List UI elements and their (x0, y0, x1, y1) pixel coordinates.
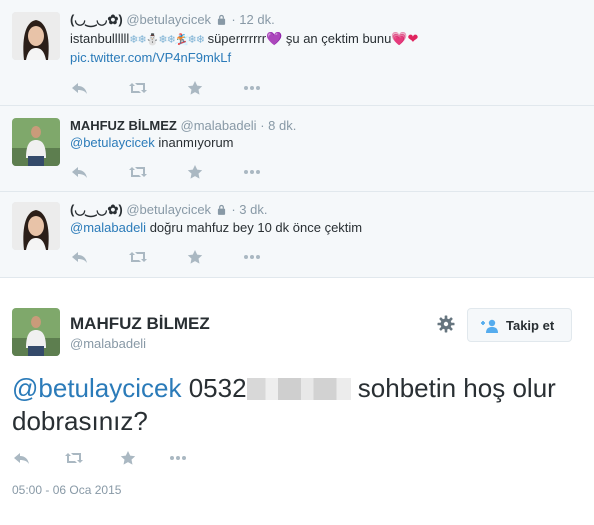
timestamp[interactable]: 12 dk. (239, 12, 274, 27)
lock-icon (217, 14, 226, 25)
separator: · (231, 202, 236, 217)
follow-person-icon (481, 319, 498, 333)
follow-button-label: Takip et (506, 318, 555, 333)
username[interactable]: @betulaycicek (126, 12, 211, 27)
favorite-icon[interactable] (118, 450, 138, 466)
tweet-header: (◡‿◡✿) @betulaycicek · 3 dk. (70, 202, 267, 218)
username[interactable]: @malabadeli (70, 336, 146, 351)
tweet-header: (◡‿◡✿) @betulaycicek · 12 dk. (70, 12, 275, 28)
separator: · (231, 12, 236, 27)
phone-number-prefix: 0532 (188, 373, 247, 403)
retweet-icon[interactable] (64, 450, 84, 466)
reply-icon[interactable] (12, 450, 32, 466)
tweet-reply-3[interactable]: (◡‿◡✿) @betulaycicek · 3 dk. @malabadeli… (0, 192, 594, 278)
tweet-reply-2[interactable]: MAHFUZ BİLMEZ @malabadeli · 8 dk. @betul… (0, 106, 594, 192)
gear-icon[interactable] (437, 315, 455, 333)
more-icon[interactable] (168, 450, 188, 466)
redacted-number (246, 378, 351, 400)
tweet-text: @betulaycicek inanmıyorum (70, 134, 234, 152)
tweet-text-part: istanbullllll (70, 31, 130, 46)
snow-emoji-run: ❄❄⛄❄❄🏂❄❄ (129, 34, 205, 46)
reply-icon[interactable] (70, 80, 90, 96)
tweet-text-part: süperrrrrrr (203, 31, 267, 46)
mention-link[interactable]: @betulaycicek (12, 373, 181, 403)
avatar[interactable] (12, 202, 60, 250)
tweet-header: MAHFUZ BİLMEZ @malabadeli · 8 dk. (70, 118, 296, 133)
timestamp[interactable]: 8 dk. (268, 118, 296, 133)
avatar[interactable] (12, 12, 60, 60)
mention-link[interactable]: @malabadeli (70, 220, 146, 235)
purple-heart-emoji: 💜 (266, 31, 283, 46)
more-icon[interactable] (242, 80, 262, 96)
fullname[interactable]: (◡‿◡✿) (70, 12, 123, 27)
heart-emoji: 💗❤ (391, 31, 419, 46)
mention-link[interactable]: @betulaycicek (70, 135, 155, 150)
avatar-image (12, 202, 60, 250)
tweet-text-part: şu an çektim bunu (282, 31, 392, 46)
avatar-image (12, 118, 60, 166)
tweet-reply-1[interactable]: (◡‿◡✿) @betulaycicek · 12 dk. istanbulll… (0, 0, 594, 106)
retweet-icon[interactable] (128, 249, 148, 265)
avatar[interactable] (12, 308, 60, 356)
fullname[interactable]: (◡‿◡✿) (70, 202, 123, 217)
more-icon[interactable] (242, 164, 262, 180)
username[interactable]: @betulaycicek (126, 202, 211, 217)
main-tweet: MAHFUZ BİLMEZ @malabadeli Takip et @betu… (0, 278, 594, 525)
main-tweet-text: @betulaycicek 0532 sohbetin hoş olur dob… (12, 372, 572, 438)
retweet-icon[interactable] (128, 80, 148, 96)
separator: · (260, 118, 265, 133)
avatar-image (12, 12, 60, 60)
reply-icon[interactable] (70, 164, 90, 180)
lock-icon (217, 204, 226, 215)
tweet-timestamp[interactable]: 05:00 - 06 Oca 2015 (12, 483, 121, 497)
avatar-image (12, 308, 60, 356)
tweet-text: @malabadeli doğru mahfuz bey 10 dk önce … (70, 219, 362, 237)
fullname[interactable]: MAHFUZ BİLMEZ (70, 118, 177, 133)
fullname[interactable]: MAHFUZ BİLMEZ (70, 314, 210, 334)
favorite-icon[interactable] (185, 249, 205, 265)
avatar[interactable] (12, 118, 60, 166)
retweet-icon[interactable] (128, 164, 148, 180)
username[interactable]: @malabadeli (181, 118, 257, 133)
follow-button[interactable]: Takip et (467, 308, 572, 342)
media-link[interactable]: pic.twitter.com/VP4nF9mkLf (70, 50, 231, 65)
tweet-text-part: doğru mahfuz bey 10 dk önce çektim (146, 220, 363, 235)
more-icon[interactable] (242, 249, 262, 265)
favorite-icon[interactable] (185, 164, 205, 180)
tweet-text-part: inanmıyorum (154, 135, 234, 150)
reply-icon[interactable] (70, 249, 90, 265)
tweet-text: istanbullllll❄❄⛄❄❄🏂❄❄ süperrrrrrr💜 şu an… (70, 30, 418, 49)
favorite-icon[interactable] (185, 80, 205, 96)
timestamp[interactable]: 3 dk. (239, 202, 267, 217)
